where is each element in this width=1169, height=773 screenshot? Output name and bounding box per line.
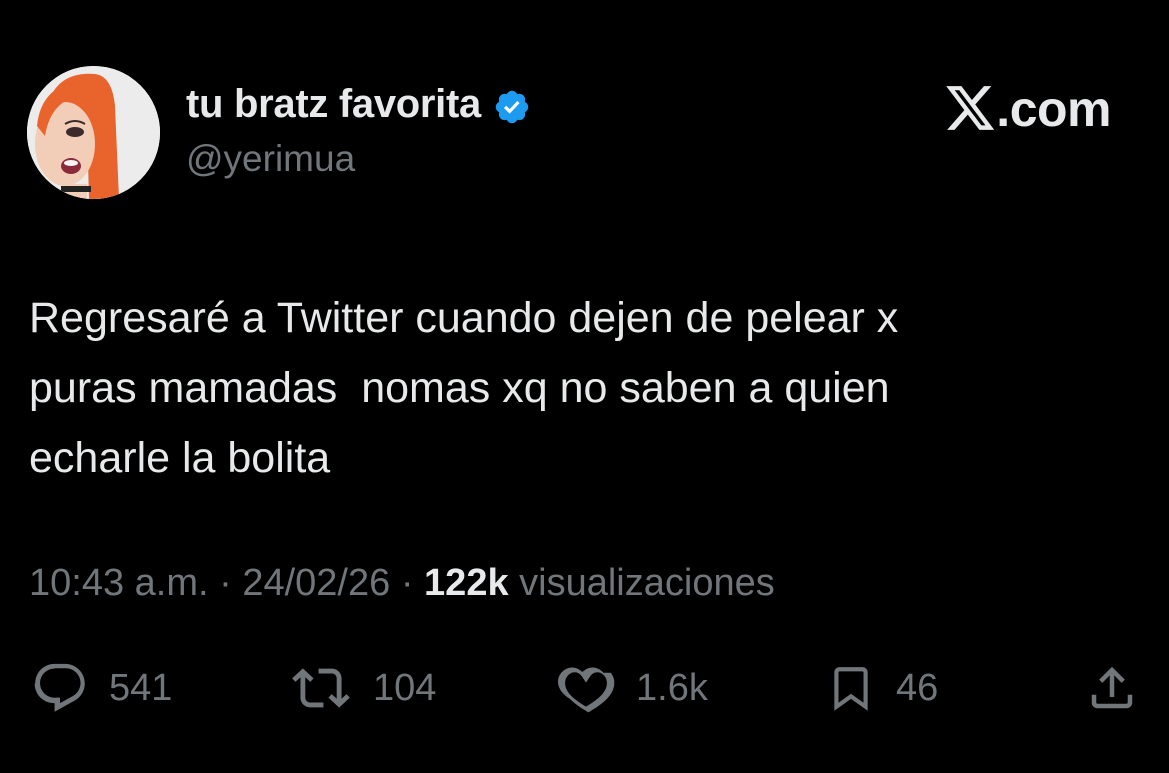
like-button[interactable]: 1.6k [556, 658, 708, 718]
avatar[interactable] [27, 66, 160, 199]
retweet-button[interactable]: 104 [289, 658, 436, 718]
bookmark-icon [826, 659, 876, 717]
share-button[interactable] [1085, 658, 1139, 718]
meta-separator: · [219, 562, 232, 604]
tweet-date[interactable]: 24/02/26 [242, 562, 390, 604]
brand-logo: .com [946, 80, 1111, 138]
heart-icon [556, 659, 616, 717]
tweet-actions-bar: 541 104 1.6k 46 [0, 658, 1169, 718]
user-handle[interactable]: @yerimua [186, 138, 355, 180]
views-label: visualizaciones [519, 562, 775, 604]
retweet-count: 104 [373, 666, 437, 709]
share-icon [1085, 659, 1139, 717]
tweet-card: tu bratz favorita @yerimua .com Regresar… [0, 0, 1169, 773]
bookmark-button[interactable]: 46 [826, 658, 938, 718]
like-count: 1.6k [636, 666, 708, 709]
verified-badge-icon [493, 88, 531, 126]
display-name[interactable]: tu bratz favorita [186, 82, 481, 127]
reply-icon [31, 659, 89, 717]
views-count[interactable]: 122k [424, 562, 509, 604]
reply-button[interactable]: 541 [31, 658, 172, 718]
tweet-text: Regresaré a Twitter cuando dejen de pele… [29, 294, 899, 482]
user-name-row: tu bratz favorita [186, 82, 531, 127]
retweet-icon [289, 659, 353, 717]
brand-text: .com [996, 81, 1111, 137]
x-logo-icon [946, 86, 996, 132]
reply-count: 541 [109, 666, 173, 709]
avatar-image [27, 66, 160, 199]
tweet-time[interactable]: 10:43 a.m. [29, 562, 209, 604]
bookmark-count: 46 [896, 666, 939, 709]
meta-separator: · [400, 562, 414, 604]
tweet-metadata: 10:43 a.m. · 24/02/26 · 122k visualizaci… [29, 562, 775, 605]
